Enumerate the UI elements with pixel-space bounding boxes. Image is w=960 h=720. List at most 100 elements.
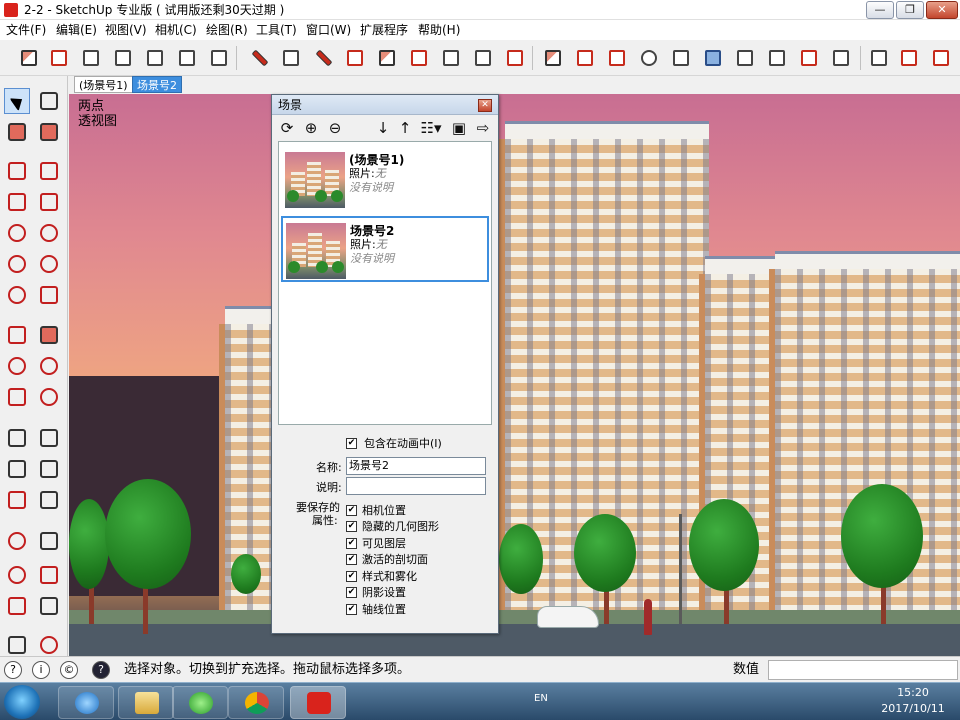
property-checkbox[interactable]: ✔	[346, 587, 357, 598]
show-thumbnails-icon[interactable]: ▣	[450, 119, 468, 137]
rotate-tool-icon[interactable]	[4, 353, 30, 379]
face-tool-icon[interactable]	[374, 45, 400, 71]
minimize-button[interactable]: —	[866, 1, 894, 19]
zoom-icon[interactable]	[4, 562, 30, 588]
scene-list-item[interactable]: (场景号1) 照片:无 没有说明	[281, 146, 489, 212]
browser-360-icon[interactable]	[172, 686, 228, 719]
smoove-icon[interactable]	[174, 45, 200, 71]
menu-edit[interactable]: 编辑(E)	[56, 22, 97, 38]
move-icon[interactable]	[4, 322, 30, 348]
internet-explorer-icon[interactable]	[58, 686, 114, 719]
property-checkbox[interactable]: ✔	[346, 604, 357, 615]
menu-draw[interactable]: 绘图(R)	[206, 22, 248, 38]
property-checkbox[interactable]: ✔	[346, 554, 357, 565]
property-checkbox[interactable]: ✔	[346, 505, 357, 516]
follow-me-tool-icon[interactable]	[36, 353, 62, 379]
menu-tools[interactable]: 工具(T)	[256, 22, 297, 38]
sketchup-icon[interactable]	[896, 45, 922, 71]
scene-name-input[interactable]: 场景号2	[346, 457, 486, 475]
arc-icon[interactable]	[4, 251, 30, 277]
pie-icon[interactable]	[36, 282, 62, 308]
bend-icon[interactable]	[636, 45, 662, 71]
rotated-rectangle-icon[interactable]	[36, 189, 62, 215]
eraser-plus-icon[interactable]	[502, 45, 528, 71]
start-button[interactable]	[4, 685, 40, 719]
rectangle-icon[interactable]	[4, 189, 30, 215]
move-scene-down-icon[interactable]: ↓	[374, 119, 392, 137]
scene-description-input[interactable]	[346, 477, 486, 495]
bezier-icon[interactable]	[470, 45, 496, 71]
maximize-button[interactable]: ❐	[896, 1, 924, 19]
look-around-icon[interactable]	[36, 632, 62, 658]
include-in-animation-checkbox[interactable]: ✔	[346, 438, 357, 449]
curve-tool-icon[interactable]	[438, 45, 464, 71]
update-scene-icon[interactable]: ⟳	[278, 119, 296, 137]
protractor-icon[interactable]	[4, 456, 30, 482]
tape-measure-icon[interactable]	[4, 425, 30, 451]
move-scene-up-icon[interactable]: ↑	[396, 119, 414, 137]
file-explorer-icon[interactable]	[118, 686, 174, 719]
model-viewport[interactable]: 两点 透视图	[69, 94, 960, 656]
tab-scene-2[interactable]: 场景号2	[132, 76, 182, 93]
property-checkbox[interactable]: ✔	[346, 571, 357, 582]
rotate-icon[interactable]	[828, 45, 854, 71]
cut-icon[interactable]	[764, 45, 790, 71]
array-icon[interactable]	[668, 45, 694, 71]
stamp-icon[interactable]	[206, 45, 232, 71]
sketchup-taskbar-icon[interactable]	[290, 686, 346, 719]
show-details-icon[interactable]: ⇨	[474, 119, 492, 137]
close-button[interactable]: ✕	[926, 1, 958, 19]
property-checkbox[interactable]: ✔	[346, 521, 357, 532]
view-options-icon[interactable]: ☷▾	[416, 119, 446, 137]
component-tool-icon[interactable]	[36, 88, 62, 114]
scenes-panel-close-icon[interactable]: ✕	[478, 99, 492, 112]
axes-icon[interactable]	[4, 487, 30, 513]
menu-extensions[interactable]: 扩展程序	[360, 22, 408, 38]
circle-icon[interactable]	[4, 220, 30, 246]
polygon-icon[interactable]	[36, 220, 62, 246]
language-indicator[interactable]: EN	[534, 693, 548, 704]
pan-icon[interactable]	[36, 528, 62, 554]
add-scene-icon[interactable]: ⊕	[302, 119, 320, 137]
eraser-icon[interactable]	[36, 119, 62, 145]
three-point-arc-icon[interactable]	[4, 282, 30, 308]
menu-help[interactable]: 帮助(H)	[418, 22, 460, 38]
extrude-icon[interactable]	[406, 45, 432, 71]
su-app-icon[interactable]	[928, 45, 954, 71]
chrome-icon[interactable]	[228, 686, 284, 719]
freehand-tool-icon[interactable]	[36, 158, 62, 184]
credits-icon[interactable]: i	[32, 661, 50, 679]
pencil-icon[interactable]	[4, 158, 30, 184]
menu-file[interactable]: 文件(F)	[6, 22, 46, 38]
offset-icon[interactable]	[78, 45, 104, 71]
orbit-icon[interactable]	[4, 528, 30, 554]
geo-location-icon[interactable]: ?	[4, 661, 22, 679]
property-checkbox[interactable]: ✔	[346, 538, 357, 549]
two-point-arc-icon[interactable]	[36, 251, 62, 277]
push-pull-tool-icon[interactable]	[36, 322, 62, 348]
offset-tool-icon[interactable]	[36, 384, 62, 410]
zoom-window-icon[interactable]	[36, 562, 62, 588]
3d-text-icon[interactable]	[36, 487, 62, 513]
measurements-input[interactable]	[768, 660, 958, 680]
select-tool-icon[interactable]	[4, 88, 30, 114]
menu-view[interactable]: 视图(V)	[105, 22, 147, 38]
paint-icon[interactable]	[732, 45, 758, 71]
zoom-extents-icon[interactable]	[4, 593, 30, 619]
tab-scene-1[interactable]: (场景号1)	[74, 76, 133, 93]
drop-tool-icon[interactable]	[796, 45, 822, 71]
menu-camera[interactable]: 相机(C)	[155, 22, 197, 38]
mirror-icon[interactable]	[572, 45, 598, 71]
align-icon[interactable]	[604, 45, 630, 71]
push-pull-icon[interactable]	[16, 45, 42, 71]
account-icon[interactable]: ©	[60, 661, 78, 679]
system-clock[interactable]: 15:20 2017/10/11	[868, 685, 958, 717]
freehand-icon[interactable]	[310, 45, 336, 71]
sandbox-scratch-icon[interactable]	[142, 45, 168, 71]
component-icon[interactable]	[540, 45, 566, 71]
previous-view-icon[interactable]	[36, 593, 62, 619]
roof-icon[interactable]	[342, 45, 368, 71]
walk-icon[interactable]	[4, 632, 30, 658]
text-tool-icon[interactable]	[36, 456, 62, 482]
follow-me-icon[interactable]	[46, 45, 72, 71]
